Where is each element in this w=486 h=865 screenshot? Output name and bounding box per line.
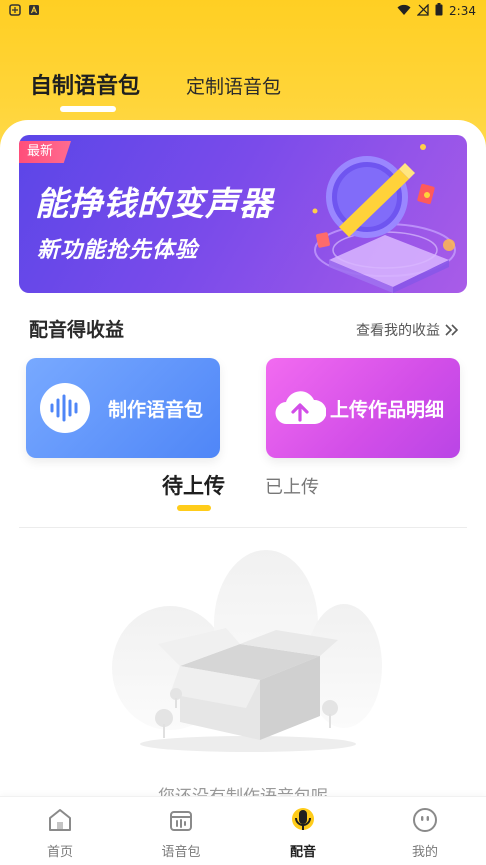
tab-active-indicator bbox=[60, 106, 116, 112]
tab-pending[interactable]: 待上传 bbox=[162, 470, 225, 500]
microphone-icon bbox=[292, 808, 314, 830]
banner-title: 能挣钱的变声器 bbox=[35, 184, 273, 223]
nav-item-voice-pack[interactable]: 语音包 bbox=[121, 797, 241, 865]
upload-tabs: 待上传 已上传 bbox=[0, 466, 486, 516]
cloud-upload-icon bbox=[275, 391, 326, 425]
upload-details-button[interactable]: 上传作品明细 bbox=[266, 358, 460, 458]
home-icon bbox=[49, 809, 71, 831]
double-chevron-right-icon bbox=[445, 324, 459, 336]
new-badge: 最新 bbox=[19, 141, 72, 163]
app-icon bbox=[8, 3, 22, 20]
make-voice-pack-label: 制作语音包 bbox=[108, 399, 204, 421]
divider bbox=[19, 527, 467, 528]
earnings-header: 配音得收益 查看我的收益 bbox=[0, 312, 486, 346]
package-icon bbox=[170, 811, 192, 831]
promo-banner[interactable]: 最新 能挣钱的变声器 新功能抢先体验 bbox=[19, 135, 467, 293]
a-icon bbox=[28, 4, 40, 19]
tab-pending-indicator bbox=[177, 505, 211, 511]
bottom-nav: 首页 语音包 配音 我的 bbox=[0, 796, 486, 865]
view-earnings-label: 查看我的收益 bbox=[356, 323, 440, 339]
empty-box-illustration-icon bbox=[112, 550, 382, 752]
make-voice-pack-button[interactable]: 制作语音包 bbox=[26, 358, 220, 458]
tab-uploaded[interactable]: 已上传 bbox=[265, 473, 319, 499]
magnifier-illustration-icon bbox=[312, 144, 456, 293]
nav-label-voice-pack: 语音包 bbox=[161, 845, 201, 860]
upload-details-label: 上传作品明细 bbox=[330, 399, 445, 421]
tab-self-made[interactable]: 自制语音包 bbox=[30, 68, 140, 100]
nav-item-home[interactable]: 首页 bbox=[0, 797, 120, 865]
nav-item-dubbing[interactable]: 配音 bbox=[243, 797, 363, 865]
status-time: 2:34 bbox=[449, 4, 476, 18]
profile-icon bbox=[413, 808, 437, 832]
nav-label-home: 首页 bbox=[46, 845, 73, 860]
wifi-icon bbox=[397, 4, 411, 19]
earnings-title: 配音得收益 bbox=[29, 319, 125, 341]
nav-item-profile[interactable]: 我的 bbox=[365, 797, 485, 865]
waveform-icon bbox=[40, 383, 90, 433]
status-bar: 2:34 bbox=[0, 0, 486, 22]
view-earnings-link[interactable]: 查看我的收益 bbox=[356, 320, 460, 340]
tab-custom[interactable]: 定制语音包 bbox=[186, 72, 281, 99]
top-tabs: 自制语音包 定制语音包 bbox=[0, 62, 486, 112]
banner-subtitle: 新功能抢先体验 bbox=[37, 238, 199, 263]
nav-label-profile: 我的 bbox=[411, 845, 438, 860]
nav-label-dubbing: 配音 bbox=[289, 845, 316, 860]
battery-icon bbox=[435, 3, 443, 19]
signal-icon bbox=[416, 2, 429, 19]
